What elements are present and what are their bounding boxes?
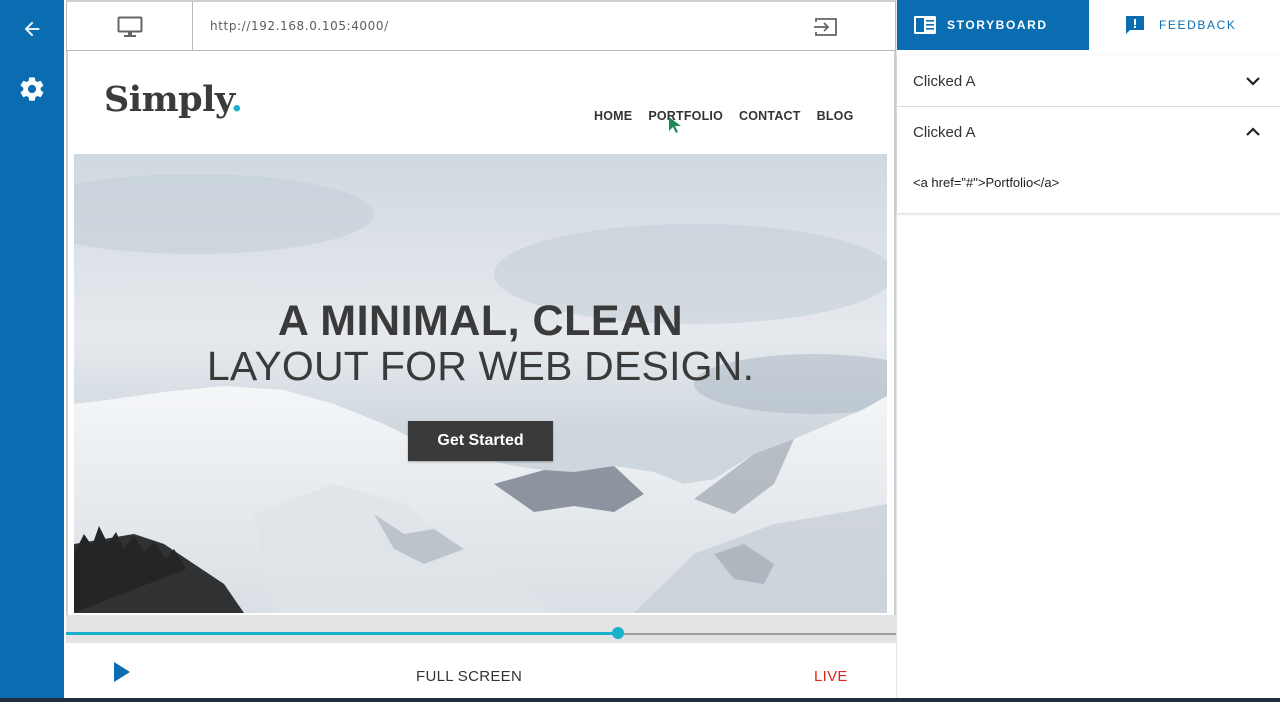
event-title: Clicked A — [913, 124, 976, 141]
address-bar: http://192.168.0.105:4000/ — [66, 0, 896, 51]
arrow-left-icon — [24, 21, 40, 37]
url-text[interactable]: http://192.168.0.105:4000/ — [210, 19, 389, 33]
settings-button[interactable] — [16, 73, 48, 105]
nav-contact[interactable]: CONTACT — [739, 109, 801, 123]
playback-timeline[interactable] — [66, 615, 898, 643]
site-nav: HOME PORTFOLIO CONTACT BLOG — [594, 109, 854, 123]
playback-controls: FULL SCREEN LIVE — [64, 643, 898, 698]
storyboard-icon — [913, 13, 937, 37]
chevron-down-icon[interactable] — [1245, 73, 1261, 89]
event-detail-code: <a href="#">Portfolio</a> — [913, 175, 1060, 190]
exit-preview-button[interactable] — [813, 15, 839, 39]
timeline-progress — [66, 632, 618, 635]
feedback-icon — [1123, 13, 1147, 37]
side-panel: STORYBOARD FEEDBACK Clicked A Clicked A … — [896, 0, 1280, 698]
gear-icon — [20, 77, 44, 101]
site-viewport: Simply. HOME PORTFOLIO CONTACT BLOG A MI… — [66, 51, 896, 615]
play-icon[interactable] — [112, 661, 132, 683]
hero-banner: A MINIMAL, CLEAN LAYOUT FOR WEB DESIGN. … — [74, 154, 887, 613]
chevron-up-icon[interactable] — [1245, 124, 1261, 140]
monitor-icon — [117, 16, 142, 37]
back-button[interactable] — [16, 13, 48, 45]
hero-heading-line2: LAYOUT FOR WEB DESIGN. — [206, 343, 755, 389]
hero-heading-line1: A MINIMAL, CLEAN — [277, 297, 684, 345]
mouse-cursor-icon — [669, 117, 681, 133]
left-rail — [0, 0, 64, 702]
event-card[interactable]: Clicked A — [897, 55, 1280, 106]
live-button[interactable]: LIVE — [814, 668, 848, 685]
full-screen-button[interactable]: FULL SCREEN — [416, 668, 522, 685]
nav-home[interactable]: HOME — [594, 109, 632, 123]
site-logo[interactable]: Simply. — [104, 79, 243, 120]
event-title: Clicked A — [913, 73, 976, 90]
event-card-expanded[interactable]: Clicked A <a href="#">Portfolio</a> — [897, 107, 1280, 213]
tab-feedback[interactable]: FEEDBACK — [1089, 0, 1280, 50]
nav-blog[interactable]: BLOG — [817, 109, 854, 123]
tab-storyboard-label: STORYBOARD — [947, 18, 1048, 32]
window-bottom-edge — [0, 698, 1280, 702]
tab-feedback-label: FEEDBACK — [1159, 18, 1237, 32]
logo-text: Simply — [104, 79, 231, 120]
nav-portfolio[interactable]: PORTFOLIO — [648, 109, 723, 123]
timeline-scrubber[interactable] — [612, 627, 624, 639]
tab-storyboard[interactable]: STORYBOARD — [897, 0, 1089, 50]
get-started-button[interactable]: Get Started — [408, 421, 553, 461]
device-toggle[interactable] — [67, 2, 193, 51]
logo-dot: . — [230, 79, 243, 120]
panel-tabs: STORYBOARD FEEDBACK — [897, 0, 1280, 50]
exit-icon — [814, 18, 837, 36]
preview-frame: http://192.168.0.105:4000/ Simply. HOME … — [64, 0, 898, 698]
